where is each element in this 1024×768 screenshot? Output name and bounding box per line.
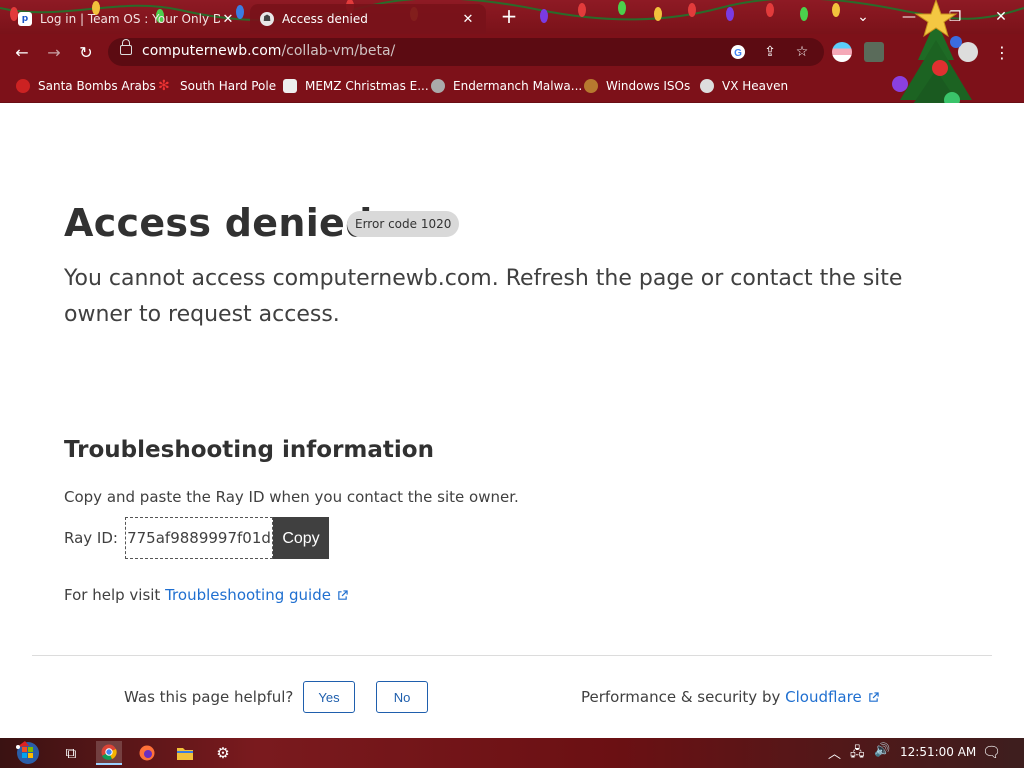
error-code-badge: Error code 1020 (347, 211, 460, 237)
page-content: Access denied Error code 1020 You cannot… (0, 103, 1024, 738)
performance-security-text: Performance & security by Cloudflare (581, 688, 879, 706)
bookmark-santa-bombs-arabs[interactable]: Santa Bombs Arabs (16, 76, 156, 96)
bookmark-label: South Hard Pole (180, 79, 277, 93)
access-denied-message: You cannot access computernewb.com. Refr… (64, 266, 903, 327)
vx-icon (700, 79, 714, 93)
svg-text:G: G (734, 48, 742, 59)
memz-icon (283, 79, 297, 93)
task-view-icon[interactable]: ⧉ (58, 741, 84, 765)
computernewb-favicon-icon: ☗ (260, 12, 274, 26)
no-button[interactable]: No (376, 681, 428, 713)
bookmark-label: VX Heaven (722, 79, 789, 93)
bookmark-south-hard-pole[interactable]: ✻ South Hard Pole (158, 76, 276, 96)
help-text: For help visit Troubleshooting guide (64, 586, 348, 604)
tab-team-os[interactable]: p Log in | Team OS : Your Only Destinati… (8, 4, 246, 34)
network-icon[interactable]: 🖧 (850, 743, 865, 765)
bookmark-memz-christmas[interactable]: MEMZ Christmas E... (283, 76, 429, 96)
gingerbread-icon (584, 79, 598, 93)
copy-button[interactable]: Copy (273, 517, 329, 559)
google-icon[interactable]: G (728, 42, 748, 62)
bookmark-vx-heaven[interactable]: VX Heaven (700, 76, 788, 96)
address-bar[interactable]: computernewb.com/collab-vm/beta/ G ⇪ ☆ (108, 38, 824, 66)
bookmark-endermanch-malware[interactable]: Endermanch Malwa... (431, 76, 582, 96)
file-explorer-taskbar-icon[interactable] (172, 741, 198, 765)
forward-arrow-icon[interactable]: → (42, 40, 66, 64)
new-tab-button[interactable]: + (498, 6, 520, 28)
settings-gear-icon[interactable]: ⚙ (210, 741, 236, 765)
teamos-favicon-icon: p (18, 12, 32, 26)
help-prefix: For help visit (64, 586, 161, 604)
page-title: Access denied (64, 201, 373, 245)
bookmark-star-icon[interactable]: ☆ (792, 42, 812, 62)
close-tab-icon[interactable]: ✕ (460, 12, 476, 27)
external-link-icon (868, 692, 879, 702)
divider (32, 655, 992, 656)
troubleshooting-heading: Troubleshooting information (64, 437, 434, 463)
lock-icon[interactable] (120, 39, 132, 55)
windows-taskbar: ⧉ ⚙ ︿ 🖧 🔊 12:51:00 AM 🗨 (0, 738, 1024, 768)
volume-icon[interactable]: 🔊 (874, 743, 890, 758)
bookmark-label: Endermanch Malwa... (453, 79, 583, 93)
bookmark-label: Windows ISOs (606, 79, 691, 93)
link-label: Troubleshooting guide (165, 586, 331, 604)
firefox-taskbar-icon[interactable] (134, 741, 160, 765)
bookmark-windows-isos[interactable]: Windows ISOs (584, 76, 690, 96)
share-icon[interactable]: ⇪ (760, 42, 780, 62)
bookmark-label: Santa Bombs Arabs (38, 79, 156, 93)
close-tab-icon[interactable]: ✕ (220, 12, 236, 27)
tray-chevron-up-icon[interactable]: ︿ (828, 743, 841, 762)
start-orb-icon[interactable] (8, 741, 48, 765)
chrome-taskbar-icon[interactable] (96, 741, 122, 765)
bookmark-label: MEMZ Christmas E... (305, 79, 429, 93)
tab-access-denied[interactable]: ☗ Access denied ✕ (250, 4, 486, 34)
notifications-icon[interactable]: 🗨 (982, 743, 1001, 761)
yes-button[interactable]: Yes (303, 681, 355, 713)
troubleshooting-guide-link[interactable]: Troubleshooting guide (165, 586, 348, 604)
copy-instruction: Copy and paste the Ray ID when you conta… (64, 488, 519, 506)
tab-title: Log in | Team OS : Your Only Destination (40, 12, 220, 26)
ray-id-label: Ray ID: (64, 529, 118, 547)
snowflake-icon: ✻ (158, 78, 170, 94)
back-arrow-icon[interactable]: ← (10, 40, 34, 64)
ray-id-value[interactable]: 775af9889997f01d (125, 517, 273, 559)
link-label: Cloudflare (785, 688, 862, 706)
reload-icon[interactable]: ↻ (74, 40, 98, 64)
tab-title: Access denied (282, 12, 368, 26)
feedback-question: Was this page helpful? (124, 688, 294, 706)
cloudflare-link[interactable]: Cloudflare (785, 688, 879, 706)
perf-prefix: Performance & security by (581, 688, 781, 706)
url-text[interactable]: computernewb.com/collab-vm/beta/ (142, 43, 395, 59)
external-link-icon (338, 590, 348, 600)
raccoon-icon (431, 79, 445, 93)
taskbar-clock[interactable]: 12:51:00 AM (900, 745, 976, 759)
santa-icon (16, 79, 30, 93)
